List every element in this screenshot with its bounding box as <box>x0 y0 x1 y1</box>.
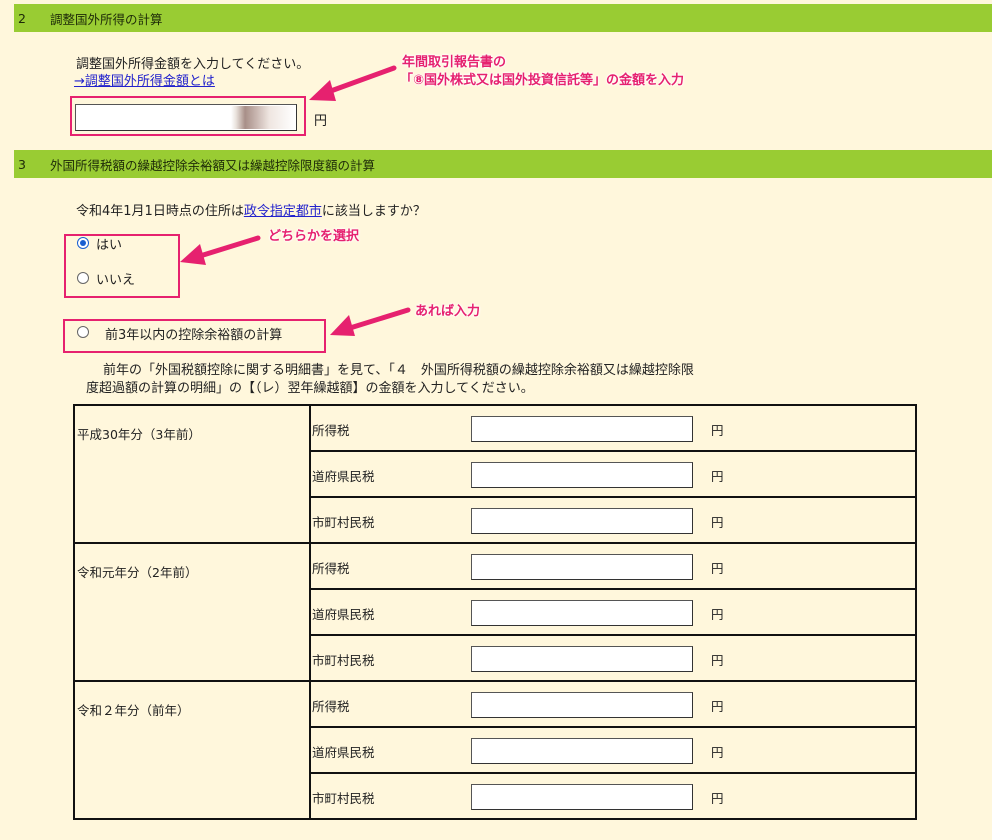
annotation-arrows <box>180 65 411 336</box>
